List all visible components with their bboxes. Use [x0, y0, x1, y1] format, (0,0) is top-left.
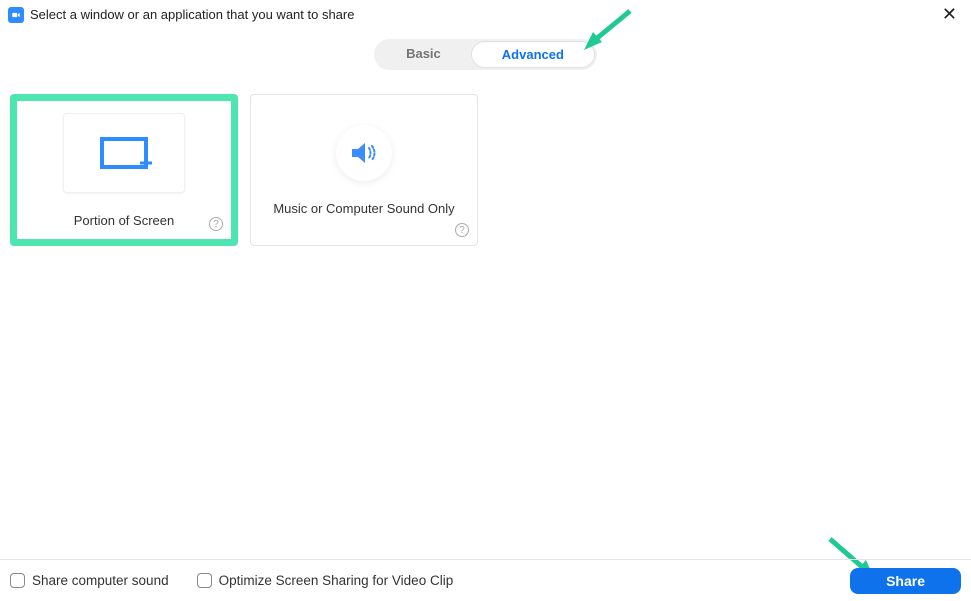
- speaker-icon: [349, 140, 379, 166]
- checkbox-icon: [197, 573, 212, 588]
- share-button[interactable]: Share: [850, 568, 961, 594]
- tabs-container: Basic Advanced: [0, 39, 971, 70]
- checkbox-label: Share computer sound: [32, 573, 169, 588]
- help-icon[interactable]: ?: [455, 223, 469, 237]
- view-tabs: Basic Advanced: [374, 39, 597, 70]
- window-title: Select a window or an application that y…: [30, 7, 936, 22]
- close-icon[interactable]: ✕: [936, 4, 963, 25]
- checkbox-share-sound[interactable]: Share computer sound: [10, 573, 169, 588]
- option-portion-of-screen[interactable]: Portion of Screen ?: [10, 94, 238, 246]
- tab-basic[interactable]: Basic: [376, 41, 471, 68]
- footer-bar: Share computer sound Optimize Screen Sha…: [0, 559, 971, 601]
- option-label: Music or Computer Sound Only: [273, 201, 454, 216]
- tab-advanced[interactable]: Advanced: [471, 41, 595, 68]
- option-icon-container: [63, 113, 185, 193]
- screen-portion-icon: [96, 133, 152, 173]
- option-label: Portion of Screen: [74, 213, 174, 228]
- help-icon[interactable]: ?: [209, 217, 223, 231]
- checkbox-icon: [10, 573, 25, 588]
- checkbox-label: Optimize Screen Sharing for Video Clip: [219, 573, 454, 588]
- window-header: Select a window or an application that y…: [0, 0, 971, 29]
- option-icon-container: [336, 125, 392, 181]
- share-options-grid: Portion of Screen ? Music or Computer So…: [0, 70, 971, 246]
- option-computer-sound[interactable]: Music or Computer Sound Only ?: [250, 94, 478, 246]
- zoom-logo-icon: [8, 7, 24, 23]
- checkbox-optimize-video[interactable]: Optimize Screen Sharing for Video Clip: [197, 573, 454, 588]
